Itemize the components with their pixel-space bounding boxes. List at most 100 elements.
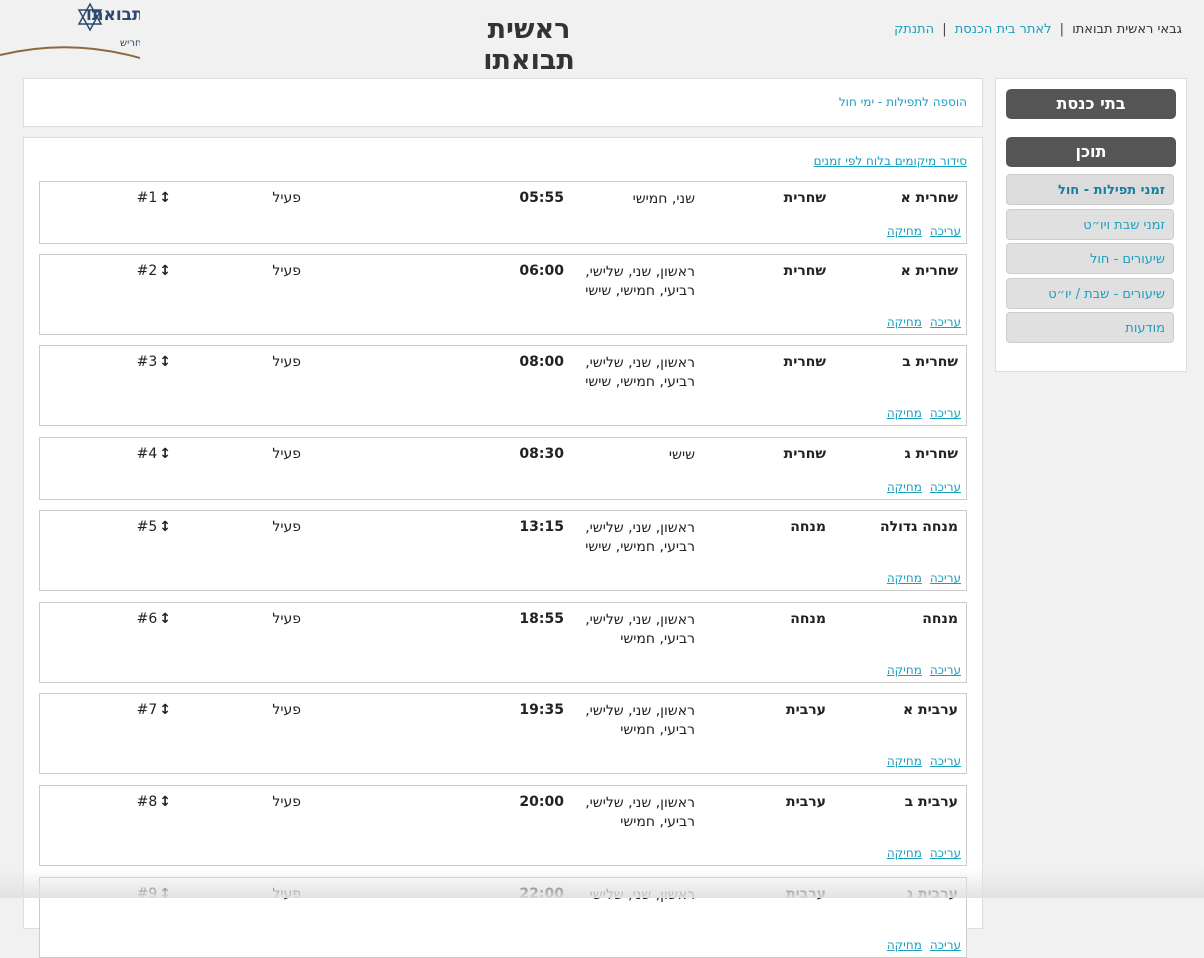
prayer-time: 13:15 [519, 519, 564, 535]
prayer-row: שחרית א שחרית ראשון, שני, שלישי, רביעי, חמ… [39, 254, 967, 335]
up-down-arrow-icon[interactable]: ↕ [159, 611, 171, 627]
sidebar: בתי כנסת תוכן זמני תפילות - חול זמני שבת… [995, 78, 1187, 372]
up-down-arrow-icon[interactable]: ↕ [159, 354, 171, 370]
delete-link[interactable]: מחיקה [887, 480, 922, 494]
sidebar-item-weekday-prayers[interactable]: זמני תפילות - חול [1006, 174, 1174, 205]
sidebar-item-weekday-lessons[interactable]: שיעורים - חול [1006, 243, 1174, 274]
row-actions: עריכה מחיקה [879, 480, 961, 494]
order-number: #1 [136, 190, 158, 206]
prayer-time: 08:30 [519, 446, 564, 462]
prayer-type: ערבית [786, 702, 826, 718]
synagogues-button[interactable]: בתי כנסת [1006, 89, 1176, 119]
logo-title: ראשית תבואתו [86, 5, 140, 25]
prayer-days: ראשון, שני, שלישי, רביעי, חמישי [585, 612, 695, 647]
delete-link[interactable]: מחיקה [887, 754, 922, 768]
prayer-row: מנחה גדולה מנחה ראשון, שני, שלישי, רביעי, … [39, 510, 967, 591]
prayer-name: שחרית ב [902, 354, 958, 370]
prayer-time: 22:00 [519, 886, 564, 902]
prayer-days: ראשון, שני, שלישי, רביעי, חמישי [585, 795, 695, 830]
content-header[interactable]: תוכן [1006, 137, 1176, 167]
star-of-david-icon: ראשית תבואתו גרעין תורני קהילתי חריש [0, 2, 224, 59]
row-actions: עריכה מחיקה [879, 754, 961, 768]
add-prayer-link[interactable]: הוספה לתפילות - ימי חול [839, 95, 967, 109]
sidebar-item-label: שיעורים - שבת / יו״ט [1048, 287, 1165, 302]
synagogue-site-link[interactable]: לאתר בית הכנסת [955, 22, 1052, 37]
edit-link[interactable]: עריכה [930, 938, 961, 952]
order-handle[interactable]: ↕#1 [137, 190, 171, 206]
delete-link[interactable]: מחיקה [887, 224, 922, 238]
up-down-arrow-icon[interactable]: ↕ [159, 886, 171, 902]
prayer-row: שחרית ב שחרית ראשון, שני, שלישי, רביעי, חמ… [39, 345, 967, 426]
prayer-days: שישי [668, 447, 695, 463]
row-actions: עריכה מחיקה [879, 846, 961, 860]
order-number: #6 [136, 611, 158, 627]
up-down-arrow-icon[interactable]: ↕ [159, 263, 171, 279]
prayer-time: 20:00 [519, 794, 564, 810]
prayer-status: פעיל [272, 354, 301, 370]
prayer-row: שחרית א שחרית שני, חמישי 05:55 פעיל ↕#1 עריכה מ… [39, 181, 967, 244]
separator: | [942, 22, 947, 37]
row-actions: עריכה מחיקה [879, 938, 961, 952]
prayer-time: 08:00 [519, 354, 564, 370]
delete-link[interactable]: מחיקה [887, 406, 922, 420]
prayer-status: פעיל [272, 263, 301, 279]
prayer-time: 18:55 [519, 611, 564, 627]
edit-link[interactable]: עריכה [930, 480, 961, 494]
sidebar-item-label: מודעות [1125, 321, 1165, 336]
sidebar-item-shabbat-times[interactable]: זמני שבת ויו״ט [1006, 209, 1174, 240]
order-handle[interactable]: ↕#5 [137, 519, 171, 535]
order-number: #3 [136, 354, 158, 370]
prayer-status: פעיל [272, 611, 301, 627]
edit-link[interactable]: עריכה [930, 224, 961, 238]
edit-link[interactable]: עריכה [930, 754, 961, 768]
order-handle[interactable]: ↕#8 [137, 794, 171, 810]
order-handle[interactable]: ↕#3 [137, 354, 171, 370]
edit-link[interactable]: עריכה [930, 846, 961, 860]
logo-subtitle: גרעין תורני קהילתי חריש [120, 38, 140, 49]
prayer-status: פעיל [272, 886, 301, 902]
delete-link[interactable]: מחיקה [887, 663, 922, 677]
prayer-row: ערבית א ערבית ראשון, שני, שלישי, רביעי, חמ… [39, 693, 967, 774]
prayer-name: ערבית ג [906, 886, 958, 902]
edit-link[interactable]: עריכה [930, 663, 961, 677]
top-bar: ראשית תבואתו גרעין תורני קהילתי חריש ראש… [0, 0, 1204, 76]
order-handle[interactable]: ↕#6 [137, 611, 171, 627]
prayer-row: ערבית ב ערבית ראשון, שני, שלישי, רביעי, חמ… [39, 785, 967, 866]
order-handle[interactable]: ↕#7 [137, 702, 171, 718]
prayer-name: שחרית ג [904, 446, 958, 462]
edit-link[interactable]: עריכה [930, 406, 961, 420]
edit-link[interactable]: עריכה [930, 571, 961, 585]
up-down-arrow-icon[interactable]: ↕ [159, 519, 171, 535]
prayer-type: מנחה [790, 519, 826, 535]
prayer-name: ערבית ב [904, 794, 958, 810]
delete-link[interactable]: מחיקה [887, 315, 922, 329]
delete-link[interactable]: מחיקה [887, 938, 922, 952]
user-label: גבאי ראשית תבואתו [1072, 22, 1182, 37]
order-handle[interactable]: ↕#4 [137, 446, 171, 462]
prayer-days: ראשון, שני, שלישי, רביעי, חמישי, שישי [585, 355, 695, 390]
up-down-arrow-icon[interactable]: ↕ [159, 446, 171, 462]
row-actions: עריכה מחיקה [879, 406, 961, 420]
prayer-status: פעיל [272, 794, 301, 810]
site-logo[interactable]: ראשית תבואתו גרעין תורני קהילתי חריש [0, 0, 224, 60]
prayer-type: שחרית [783, 354, 826, 370]
prayer-time: 06:00 [519, 263, 564, 279]
prayer-name: מנחה [922, 611, 958, 627]
sidebar-item-label: שיעורים - חול [1089, 252, 1165, 267]
sidebar-item-shabbat-lessons[interactable]: שיעורים - שבת / יו״ט [1006, 278, 1174, 309]
edit-link[interactable]: עריכה [930, 315, 961, 329]
order-number: #9 [136, 886, 158, 902]
sidebar-item-announcements[interactable]: מודעות [1006, 312, 1174, 343]
delete-link[interactable]: מחיקה [887, 846, 922, 860]
prayer-time: 19:35 [519, 702, 564, 718]
up-down-arrow-icon[interactable]: ↕ [159, 794, 171, 810]
delete-link[interactable]: מחיקה [887, 571, 922, 585]
order-handle[interactable]: ↕#2 [137, 263, 171, 279]
order-handle[interactable]: ↕#9 [137, 886, 171, 902]
logout-link[interactable]: התנתק [894, 22, 934, 37]
prayer-row: מנחה מנחה ראשון, שני, שלישי, רביעי, חמישי 1… [39, 602, 967, 683]
up-down-arrow-icon[interactable]: ↕ [159, 702, 171, 718]
up-down-arrow-icon[interactable]: ↕ [159, 190, 171, 206]
sort-by-time-link[interactable]: סידור מיקומים בלוח לפי זמנים [814, 154, 967, 168]
row-actions: עריכה מחיקה [879, 571, 961, 585]
